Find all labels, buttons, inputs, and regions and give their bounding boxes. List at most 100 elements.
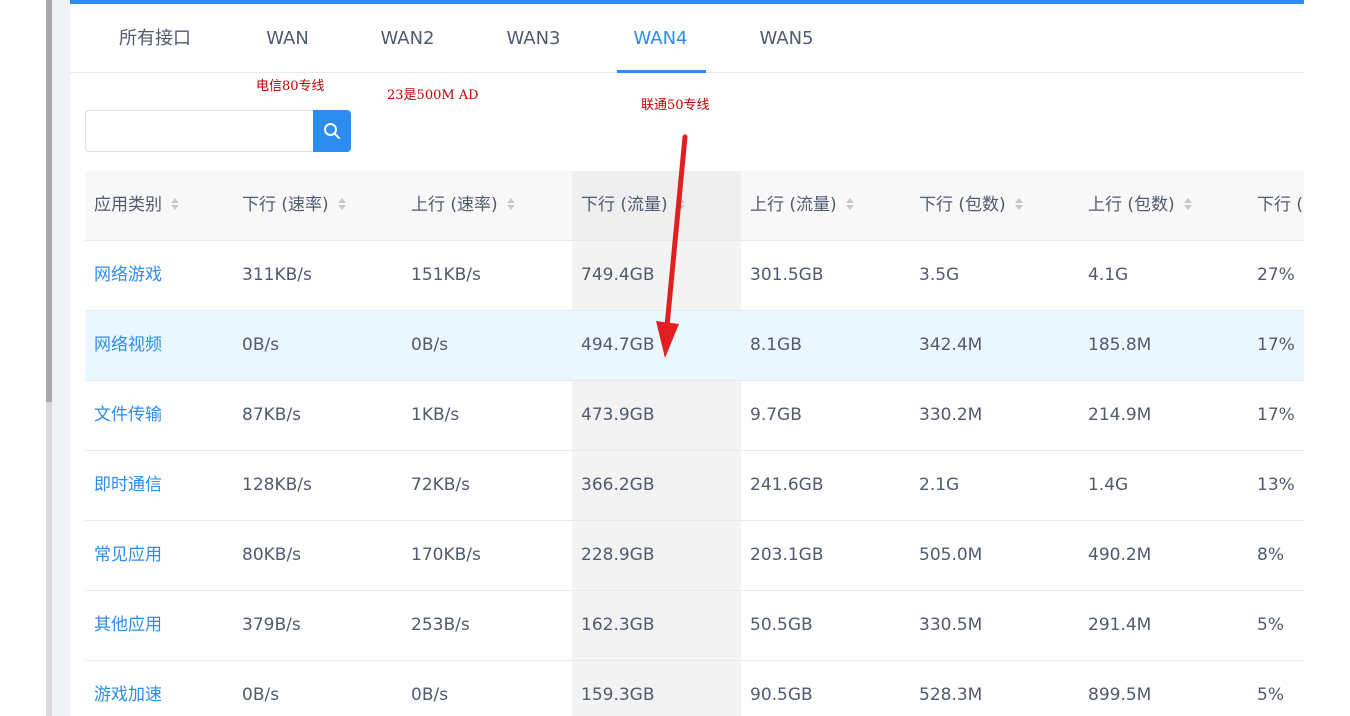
column-header-down-traffic[interactable]: 下行 (流量): [572, 171, 741, 240]
cell-down-rate: 379B/s: [242, 615, 301, 635]
sort-icon[interactable]: [1014, 196, 1024, 212]
cell-down-packets: 342.4M: [919, 335, 983, 355]
wan4-annotation: 联通50专线: [641, 98, 710, 113]
search-input[interactable]: [85, 110, 314, 152]
cell-down-traffic: 162.3GB: [572, 591, 741, 660]
cell-down-ratio: 17%: [1257, 335, 1295, 355]
cell-category[interactable]: 即时通信: [85, 451, 233, 520]
cell-down-traffic: 366.2GB: [572, 451, 741, 520]
cell-category[interactable]: 网络视频: [85, 311, 233, 380]
column-header-down-ratio[interactable]: 下行 (比: [1248, 171, 1304, 240]
page-gutter: [52, 0, 70, 716]
search-icon: [324, 123, 340, 139]
tab-wan[interactable]: WAN: [240, 4, 335, 73]
left-margin: [0, 0, 46, 716]
cell-up-rate: 72KB/s: [411, 475, 471, 495]
tab-wan2[interactable]: WAN2: [360, 4, 455, 73]
cell-down-packets: 330.5M: [919, 615, 983, 635]
search-button[interactable]: [313, 110, 351, 152]
cell-category[interactable]: 网络游戏: [85, 241, 233, 310]
cell-up-packets: 4.1G: [1088, 265, 1129, 285]
tab-wan3[interactable]: WAN3: [486, 4, 581, 73]
cell-up-rate: 0B/s: [411, 685, 449, 705]
table-row[interactable]: 常见应用 80KB/s 170KB/s 228.9GB 203.1GB 505.0M 490…: [85, 521, 1304, 591]
traffic-panel: 所有接口 WAN WAN2 WAN3 WAN4 WAN5 电信80专线 23是5…: [70, 0, 1304, 716]
cell-down-ratio: 27%: [1257, 265, 1295, 285]
cell-down-rate: 80KB/s: [242, 545, 302, 565]
tab-wan4[interactable]: WAN4: [613, 4, 708, 73]
sort-icon[interactable]: [845, 196, 855, 212]
cell-down-packets: 3.5G: [919, 265, 960, 285]
wan2-annotation: 23是500M AD: [387, 88, 479, 103]
cell-down-packets: 528.3M: [919, 685, 983, 705]
cell-down-packets: 2.1G: [919, 475, 960, 495]
cell-down-packets: 330.2M: [919, 405, 983, 425]
column-header-down-packets[interactable]: 下行 (包数): [910, 171, 1079, 240]
sort-icon[interactable]: [170, 196, 180, 212]
cell-category[interactable]: 游戏加速: [85, 661, 233, 716]
cell-down-ratio: 13%: [1257, 475, 1295, 495]
cell-up-packets: 214.9M: [1088, 405, 1152, 425]
cell-down-ratio: 5%: [1257, 685, 1284, 705]
table-body: 网络游戏 311KB/s 151KB/s 749.4GB 301.5GB 3.5G 4.1G…: [85, 241, 1304, 716]
cell-down-ratio: 5%: [1257, 615, 1284, 635]
cell-up-packets: 899.5M: [1088, 685, 1152, 705]
cell-down-traffic: 749.4GB: [572, 241, 741, 310]
cell-up-rate: 253B/s: [411, 615, 470, 635]
active-tab-indicator: [617, 70, 706, 73]
table-row[interactable]: 游戏加速 0B/s 0B/s 159.3GB 90.5GB 528.3M 899.5M 5%: [85, 661, 1304, 716]
cell-up-traffic: 8.1GB: [750, 335, 802, 355]
table-header-row: 应用类别 下行 (速率) 上行 (速率) 下行 (流量) 上行 (流量) 下行 …: [85, 171, 1304, 241]
cell-down-traffic: 159.3GB: [572, 661, 741, 716]
table-row[interactable]: 网络游戏 311KB/s 151KB/s 749.4GB 301.5GB 3.5G 4.1G…: [85, 241, 1304, 311]
cell-up-traffic: 90.5GB: [750, 685, 813, 705]
cell-up-packets: 1.4G: [1088, 475, 1129, 495]
cell-up-traffic: 203.1GB: [750, 545, 824, 565]
column-header-up-packets[interactable]: 上行 (包数): [1079, 171, 1248, 240]
tab-all-interfaces[interactable]: 所有接口: [95, 4, 215, 73]
cell-up-traffic: 241.6GB: [750, 475, 824, 495]
right-margin: [1304, 0, 1350, 716]
cell-category[interactable]: 其他应用: [85, 591, 233, 660]
column-header-down-rate[interactable]: 下行 (速率): [233, 171, 402, 240]
cell-up-traffic: 9.7GB: [750, 405, 802, 425]
tab-wan5[interactable]: WAN5: [739, 4, 834, 73]
sort-icon[interactable]: [1183, 196, 1193, 212]
sort-icon[interactable]: [337, 196, 347, 212]
cell-up-packets: 185.8M: [1088, 335, 1152, 355]
cell-down-rate: 87KB/s: [242, 405, 302, 425]
cell-up-rate: 0B/s: [411, 335, 449, 355]
cell-category[interactable]: 常见应用: [85, 521, 233, 590]
table-row[interactable]: 其他应用 379B/s 253B/s 162.3GB 50.5GB 330.5M 291.4…: [85, 591, 1304, 661]
cell-down-ratio: 17%: [1257, 405, 1295, 425]
cell-up-packets: 291.4M: [1088, 615, 1152, 635]
wan-annotation: 电信80专线: [256, 79, 325, 94]
cell-up-rate: 1KB/s: [411, 405, 460, 425]
cell-down-rate: 0B/s: [242, 335, 280, 355]
cell-up-packets: 490.2M: [1088, 545, 1152, 565]
cell-up-rate: 151KB/s: [411, 265, 481, 285]
cell-category[interactable]: 文件传输: [85, 381, 233, 450]
cell-down-rate: 128KB/s: [242, 475, 312, 495]
cell-down-rate: 311KB/s: [242, 265, 312, 285]
search-box: [85, 110, 351, 152]
column-header-up-rate[interactable]: 上行 (速率): [402, 171, 572, 240]
sort-icon[interactable]: [506, 196, 516, 212]
column-header-up-traffic[interactable]: 上行 (流量): [741, 171, 910, 240]
app-traffic-table: 应用类别 下行 (速率) 上行 (速率) 下行 (流量) 上行 (流量) 下行 …: [85, 171, 1304, 716]
sort-icon[interactable]: [676, 196, 686, 212]
cell-up-traffic: 301.5GB: [750, 265, 824, 285]
cell-up-traffic: 50.5GB: [750, 615, 813, 635]
cell-down-traffic: 228.9GB: [572, 521, 741, 590]
cell-down-traffic: 494.7GB: [581, 335, 655, 355]
cell-down-traffic: 473.9GB: [572, 381, 741, 450]
cell-up-rate: 170KB/s: [411, 545, 481, 565]
cell-down-ratio: 8%: [1257, 545, 1284, 565]
table-row[interactable]: 网络视频 0B/s 0B/s 494.7GB 8.1GB 342.4M 185.8M 17%: [85, 311, 1304, 381]
table-row[interactable]: 即时通信 128KB/s 72KB/s 366.2GB 241.6GB 2.1G 1.4G 1…: [85, 451, 1304, 521]
cell-down-packets: 505.0M: [919, 545, 983, 565]
column-header-category[interactable]: 应用类别: [85, 171, 233, 240]
interface-tabs: 所有接口 WAN WAN2 WAN3 WAN4 WAN5: [70, 4, 1304, 73]
cell-down-rate: 0B/s: [242, 685, 280, 705]
table-row[interactable]: 文件传输 87KB/s 1KB/s 473.9GB 9.7GB 330.2M 214.9M 1…: [85, 381, 1304, 451]
